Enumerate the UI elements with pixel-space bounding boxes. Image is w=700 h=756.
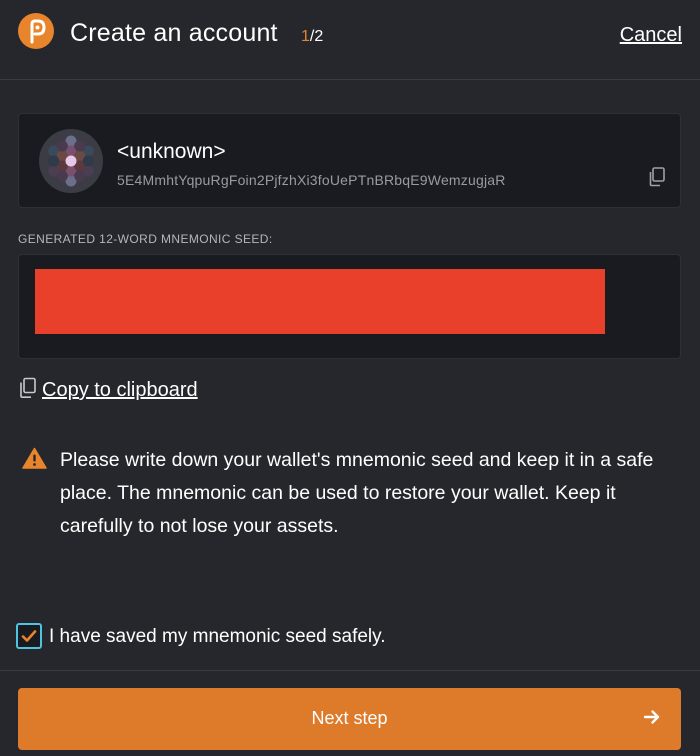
copy-icon[interactable] [648, 167, 666, 192]
warning-text: Please write down your wallet's mnemonic… [60, 449, 654, 537]
copy-to-clipboard-label: Copy to clipboard [42, 379, 198, 401]
page-title: Create an account [70, 19, 278, 47]
step-current: 1 [301, 28, 310, 45]
step-indicator: 1/2 [301, 28, 323, 46]
next-step-button[interactable]: Next step [18, 688, 681, 750]
divider [0, 670, 700, 671]
step-total: /2 [309, 28, 324, 45]
checkmark-icon [21, 630, 37, 642]
next-step-label: Next step [311, 708, 388, 728]
polkadot-logo-icon [18, 13, 54, 49]
warning-icon [22, 447, 47, 474]
seed-redaction [35, 269, 605, 334]
saved-seed-label: I have saved my mnemonic seed safely. [49, 626, 386, 647]
account-address: 5E4MmhtYqpuRgFoin2PjfzhXi3foUePTnBRbqE9W… [117, 172, 506, 188]
mnemonic-seed-box [18, 254, 681, 359]
header: Create an account 1/2 Cancel [0, 0, 700, 80]
account-identicon [39, 129, 103, 193]
copy-to-clipboard-button[interactable]: Copy to clipboard [18, 377, 198, 404]
account-name: <unknown> [117, 140, 226, 163]
seed-label: GENERATED 12-WORD MNEMONIC SEED: [18, 232, 273, 246]
account-card: <unknown> 5E4MmhtYqpuRgFoin2PjfzhXi3foUe… [18, 113, 681, 208]
arrow-right-icon [643, 709, 661, 730]
cancel-link[interactable]: Cancel [620, 24, 682, 47]
saved-seed-checkbox[interactable] [16, 623, 42, 649]
copy-icon [18, 377, 38, 404]
